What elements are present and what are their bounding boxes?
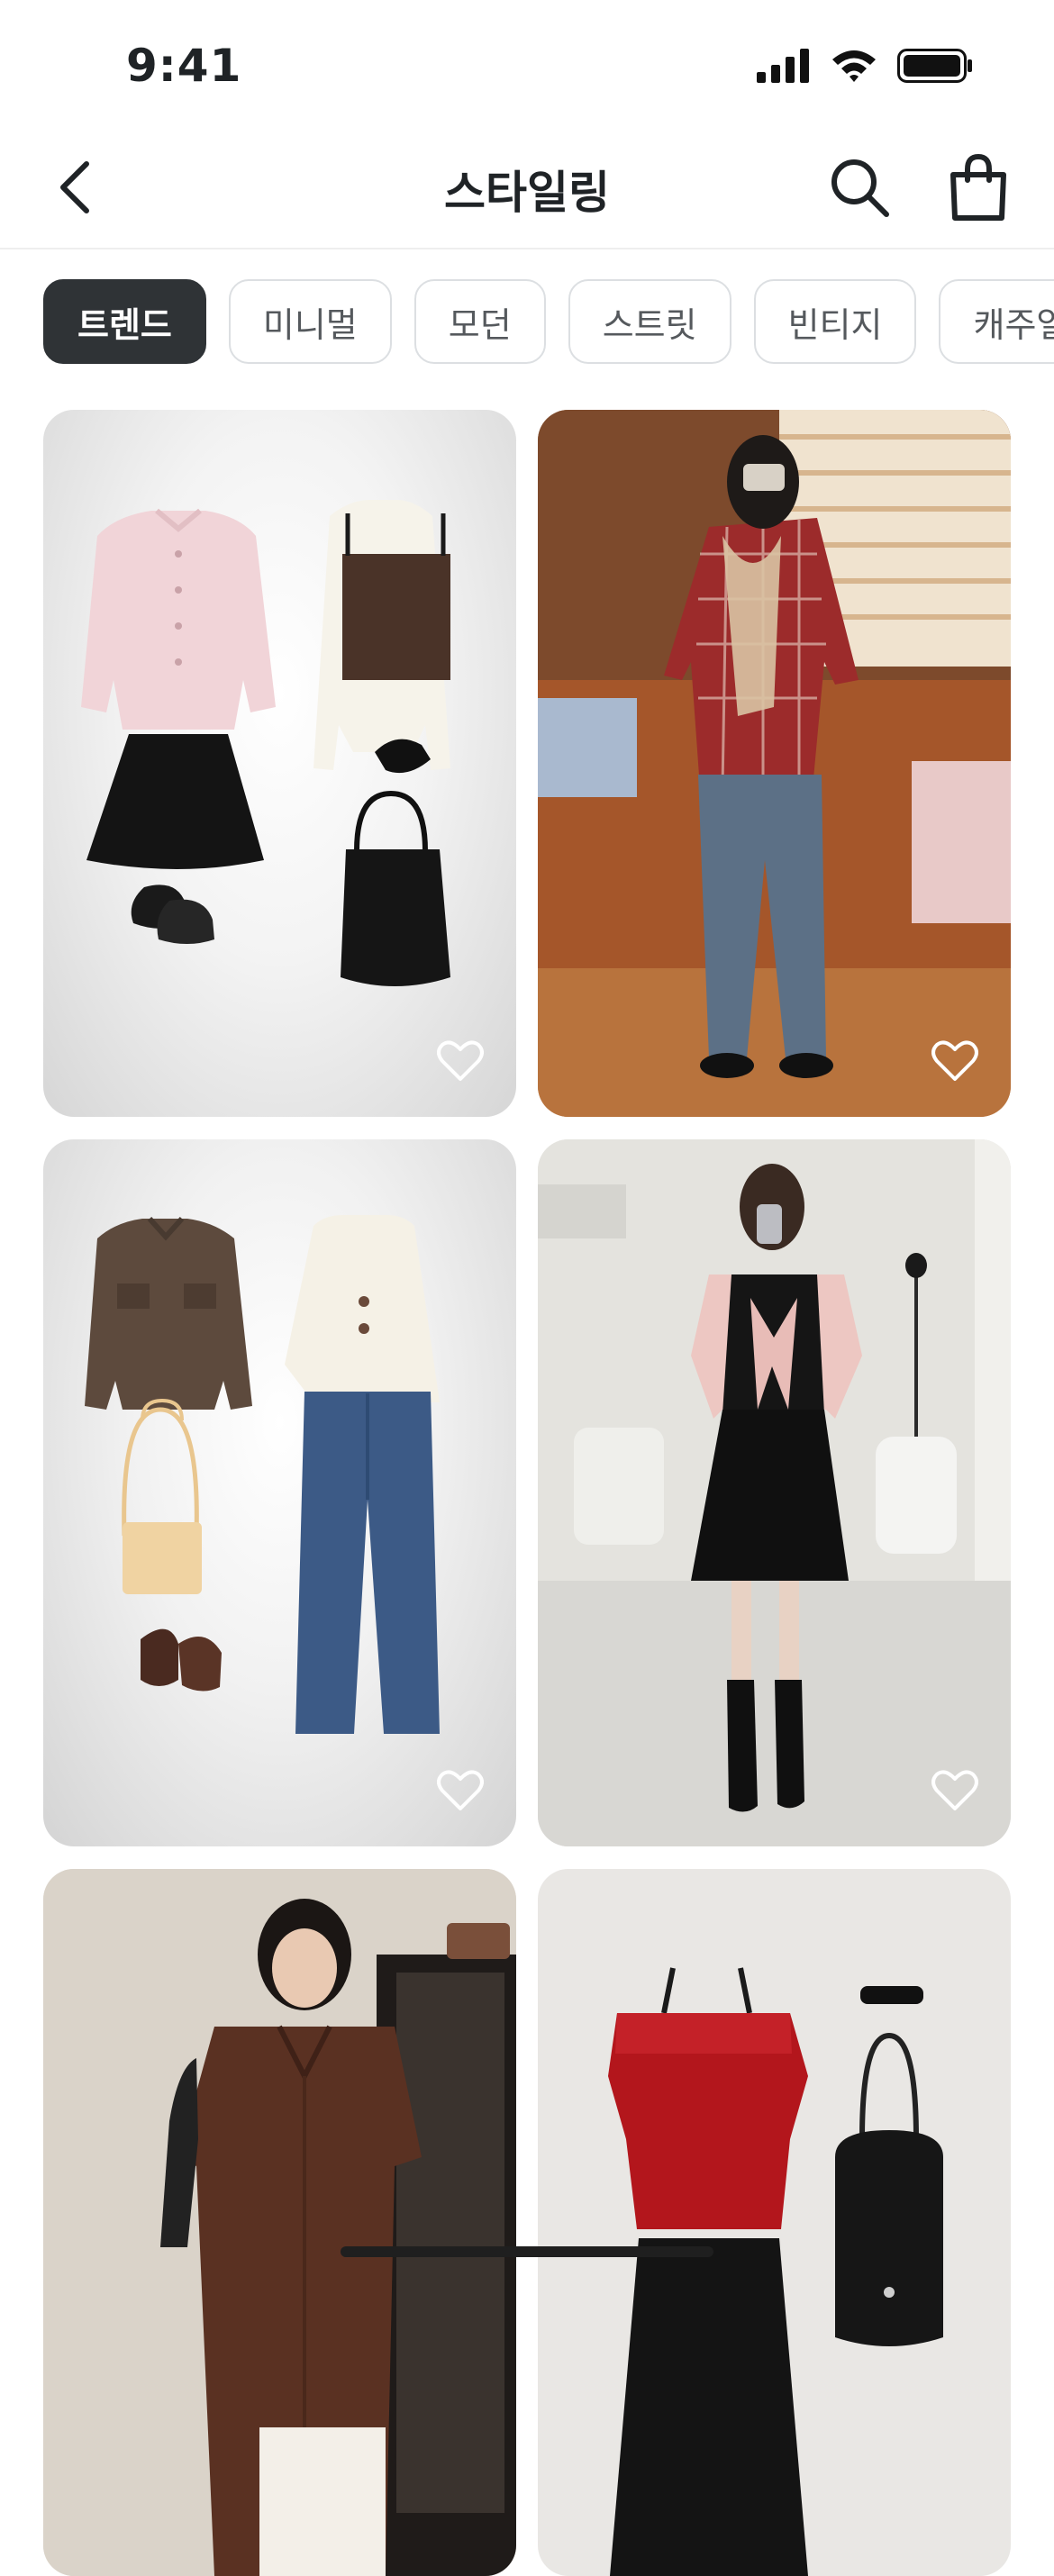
top-navigation-bar: 스타일링 [0, 126, 1054, 249]
outfit-flatlay-image [81, 500, 450, 986]
home-indicator [341, 2246, 713, 2257]
status-bar: 9:41 [0, 0, 1054, 126]
outfit-card-2[interactable] [538, 410, 1011, 1117]
outfit-card-5[interactable] [43, 1869, 516, 2576]
outfit-card-6[interactable] [538, 1869, 1011, 2576]
outfit-photo-image [538, 410, 1011, 1117]
category-filter-chips: 트렌드 미니멀 모던 스트릿 빈티지 캐주얼 [43, 279, 1054, 367]
outfit-photo-image [43, 1869, 516, 2576]
outfit-card-4[interactable] [538, 1139, 1011, 1846]
chip-casual[interactable]: 캐주얼 [939, 279, 1054, 364]
like-heart-icon[interactable] [437, 1769, 484, 1812]
outfit-card-3[interactable] [43, 1139, 516, 1846]
page-title: 스타일링 [444, 167, 610, 219]
search-icon[interactable] [827, 155, 892, 220]
like-heart-icon[interactable] [931, 1769, 978, 1812]
chip-modern[interactable]: 모던 [413, 279, 546, 364]
outfit-photo-image [538, 1139, 1011, 1846]
shopping-bag-icon[interactable] [946, 153, 1011, 222]
signal-icon [757, 49, 809, 83]
like-heart-icon[interactable] [931, 1039, 978, 1083]
battery-icon [897, 49, 972, 83]
chip-trend[interactable]: 트렌드 [43, 279, 206, 364]
wifi-icon [832, 50, 876, 82]
status-time: 9:41 [126, 40, 242, 92]
chip-street[interactable]: 스트릿 [568, 279, 731, 364]
outfit-card-1[interactable] [43, 410, 516, 1117]
outfit-flatlay-image [85, 1215, 440, 1734]
chip-minimal[interactable]: 미니멀 [228, 279, 392, 364]
chip-vintage[interactable]: 빈티지 [753, 279, 917, 364]
outfit-flatlay-image [608, 1967, 943, 2576]
like-heart-icon[interactable] [437, 1039, 484, 1083]
